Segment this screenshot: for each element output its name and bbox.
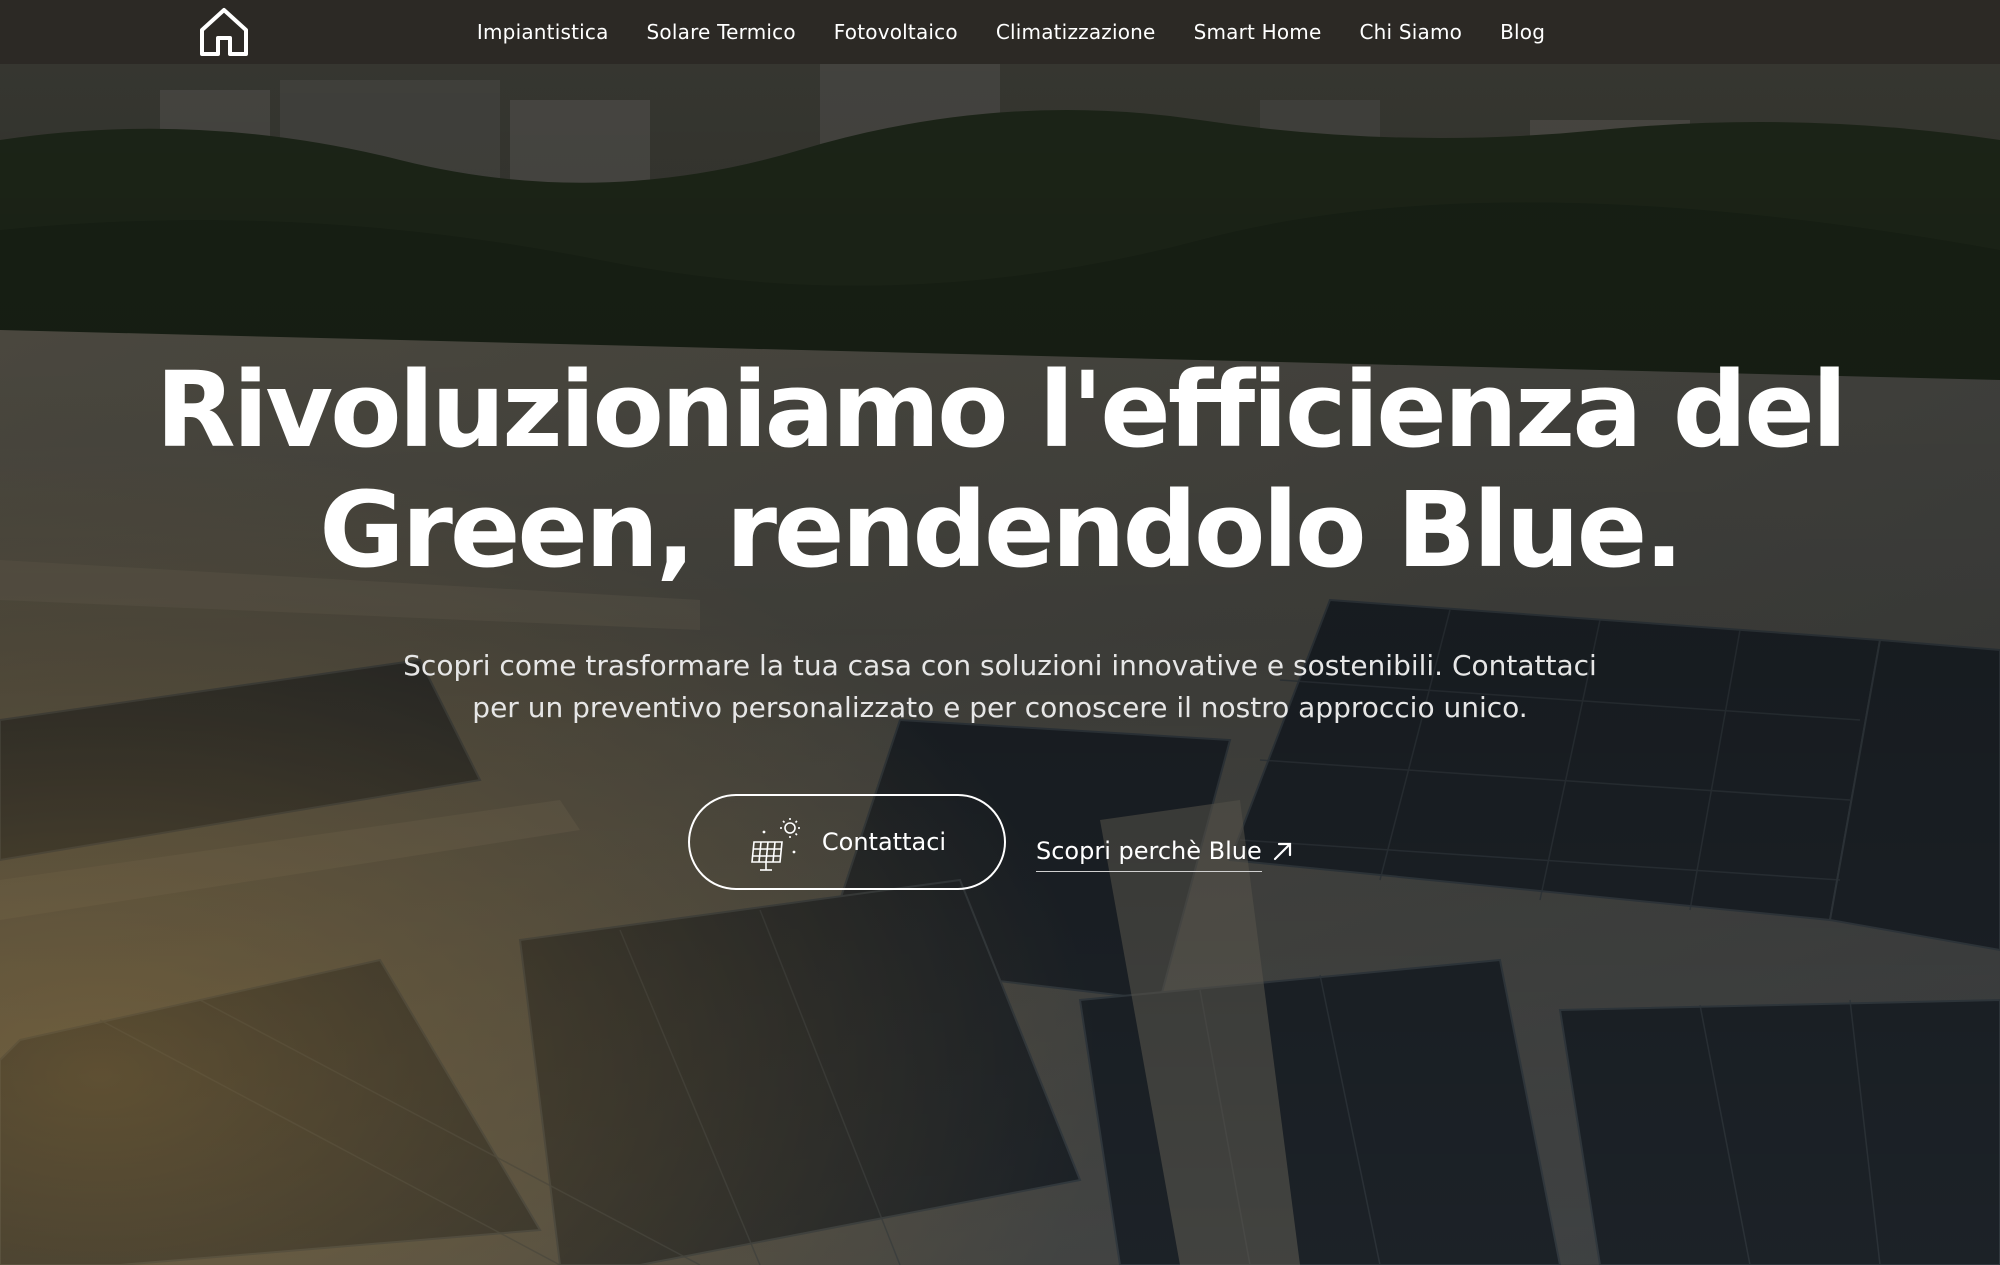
solar-panel-icon: [748, 816, 804, 872]
hero-subtitle: Scopri come trasformare la tua casa con …: [350, 645, 1650, 729]
nav-item-solare-termico[interactable]: Solare Termico: [628, 20, 815, 44]
nav-item-fotovoltaico[interactable]: Fotovoltaico: [815, 20, 977, 44]
hero-title-line1: Rivoluzioniamo l'efficienza del: [155, 349, 1848, 471]
nav-item-chi-siamo[interactable]: Chi Siamo: [1341, 20, 1482, 44]
main-nav: Impiantistica Solare Termico Fotovoltaic…: [0, 0, 2000, 64]
nav-item-blog[interactable]: Blog: [1481, 20, 1564, 44]
hero-subtitle-line1: Scopri come trasformare la tua casa con …: [403, 649, 1597, 682]
nav-item-impiantistica[interactable]: Impiantistica: [458, 20, 628, 44]
nav-item-smart-home[interactable]: Smart Home: [1175, 20, 1341, 44]
top-navbar: Impiantistica Solare Termico Fotovoltaic…: [0, 0, 2000, 64]
contact-button[interactable]: Contattaci: [688, 794, 1006, 890]
hero-title-line2: Green, rendendolo Blue.: [319, 469, 1684, 591]
contact-button-label: Contattaci: [821, 828, 947, 856]
hero-title: Rivoluzioniamo l'efficienza del Green, r…: [0, 350, 2000, 590]
discover-why-blue-link[interactable]: Scopri perchè Blue: [1036, 832, 1294, 876]
arrow-up-right-icon: [1272, 840, 1294, 862]
hero-background-image: [0, 0, 2000, 1265]
hero-subtitle-line2: per un preventivo personalizzato e per c…: [472, 691, 1528, 724]
nav-item-climatizzazione[interactable]: Climatizzazione: [977, 20, 1175, 44]
discover-why-blue-label: Scopri perchè Blue: [1036, 837, 1262, 872]
